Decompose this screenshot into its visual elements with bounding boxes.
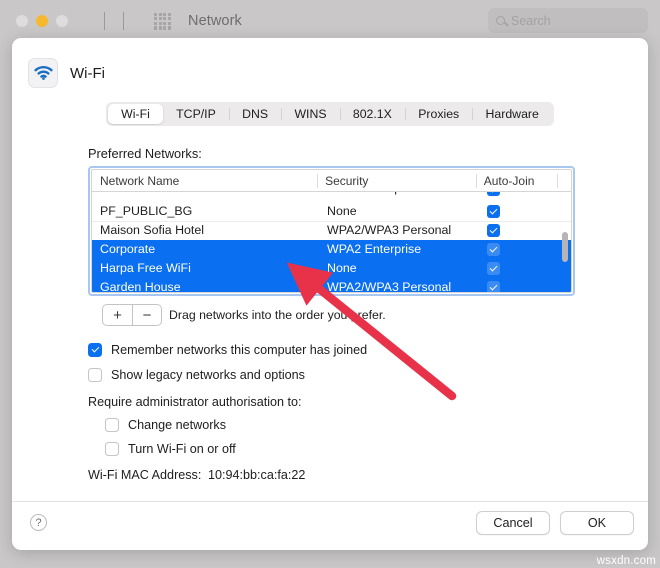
show-legacy-networks-label: Show legacy networks and options: [111, 368, 305, 382]
tab-dns[interactable]: DNS: [228, 104, 281, 124]
cell-auto-join: [479, 224, 561, 237]
turn-wifi-on-off-label: Turn Wi-Fi on or off: [128, 442, 236, 456]
search-icon: [496, 16, 505, 25]
mac-address-label: Wi-Fi MAC Address:: [88, 468, 202, 482]
turn-wifi-on-off-option[interactable]: Turn Wi-Fi on or off: [105, 442, 236, 456]
cell-security: WPA2/WPA3 Personal: [327, 223, 452, 237]
cell-auto-join: [479, 281, 561, 292]
turn-wifi-on-off-checkbox[interactable]: [105, 442, 119, 456]
table-row[interactable]: Maison Sofia Hotel WPA2/WPA3 Personal: [92, 221, 571, 240]
auto-join-checkbox[interactable]: [487, 262, 500, 275]
change-networks-checkbox[interactable]: [105, 418, 119, 432]
change-networks-option[interactable]: Change networks: [105, 418, 226, 432]
traffic-lights: [16, 15, 68, 27]
chevron-left-icon[interactable]: [104, 12, 105, 30]
tab-wins[interactable]: WINS: [281, 104, 339, 124]
table-rows: Visitors WPA2 Enterprise PF_PUBLIC_BG No…: [92, 192, 571, 293]
sheet-header: Wi-Fi: [12, 38, 648, 88]
cell-network-name: Maison Sofia Hotel: [100, 223, 204, 237]
drag-hint-text: Drag networks into the order you prefer.: [169, 308, 386, 322]
chevron-right-icon[interactable]: [123, 12, 124, 30]
preferred-networks-label: Preferred Networks:: [88, 146, 202, 161]
tab-proxies[interactable]: Proxies: [405, 104, 472, 124]
remove-network-button[interactable]: −: [132, 305, 161, 325]
navigation-buttons: [104, 12, 124, 30]
admin-section-label: Require administrator authorisation to:: [88, 395, 302, 409]
change-networks-label: Change networks: [128, 418, 227, 432]
remember-networks-checkbox[interactable]: [88, 343, 102, 357]
network-settings-sheet: Wi-Fi Wi-Fi TCP/IP DNS WINS 802.1X Proxi…: [12, 38, 648, 550]
remember-networks-label: Remember networks this computer has join…: [111, 343, 368, 357]
minimize-button[interactable]: [36, 15, 48, 27]
footer-divider: [12, 501, 648, 502]
column-header-auto-join[interactable]: Auto-Join: [475, 170, 557, 192]
cell-network-name: PF_PUBLIC_BG: [100, 204, 193, 218]
close-button[interactable]: [16, 15, 28, 27]
table-row[interactable]: Corporate WPA2 Enterprise: [92, 240, 571, 259]
cell-security: None: [327, 261, 357, 275]
table-row[interactable]: Garden House WPA2/WPA3 Personal: [92, 278, 571, 293]
table-header-row: Network Name Security Auto-Join: [92, 170, 571, 192]
column-header-spacer: [557, 170, 571, 192]
column-header-network-name[interactable]: Network Name: [92, 170, 317, 192]
table-scrollbar-thumb[interactable]: [562, 232, 568, 262]
tab-tcpip[interactable]: TCP/IP: [163, 104, 229, 124]
tab-hardware[interactable]: Hardware: [472, 104, 552, 124]
cell-auto-join: [479, 243, 561, 256]
tab-bar: Wi-Fi TCP/IP DNS WINS 802.1X Proxies Har…: [106, 102, 554, 126]
window-title: Network: [188, 13, 242, 29]
auto-join-checkbox[interactable]: [487, 192, 500, 196]
preferred-networks-table[interactable]: Network Name Security Auto-Join Visitors…: [88, 166, 575, 296]
show-legacy-networks-option[interactable]: Show legacy networks and options: [88, 368, 305, 382]
cancel-button[interactable]: Cancel: [476, 511, 550, 535]
search-field[interactable]: Search: [488, 8, 648, 33]
cell-security: WPA2 Enterprise: [327, 242, 422, 256]
zoom-button[interactable]: [56, 15, 68, 27]
column-header-security[interactable]: Security: [317, 170, 476, 192]
cell-network-name: Harpa Free WiFi: [100, 261, 191, 275]
window-toolbar: Network Search: [0, 0, 660, 42]
search-placeholder: Search: [511, 13, 551, 28]
auto-join-checkbox[interactable]: [487, 205, 500, 218]
cell-network-name: Visitors: [92, 192, 319, 194]
add-network-button[interactable]: +: [103, 305, 132, 325]
mac-address-value: 10:94:bb:ca:fa:22: [208, 468, 306, 482]
auto-join-checkbox[interactable]: [487, 281, 500, 292]
cell-network-name: Garden House: [100, 280, 181, 293]
cell-auto-join: [479, 262, 561, 275]
cell-auto-join: [479, 192, 561, 196]
tab-wifi[interactable]: Wi-Fi: [108, 104, 164, 124]
tab-8021x[interactable]: 802.1X: [339, 104, 405, 124]
cell-auto-join: [479, 205, 561, 218]
apps-grid-icon[interactable]: [154, 12, 171, 30]
help-button[interactable]: ?: [30, 514, 47, 531]
cell-security: WPA2 Enterprise: [319, 192, 479, 194]
table-row[interactable]: PF_PUBLIC_BG None: [92, 202, 571, 221]
auto-join-checkbox[interactable]: [487, 224, 500, 237]
watermark: wsxdn.com: [596, 555, 656, 567]
show-legacy-networks-checkbox[interactable]: [88, 368, 102, 382]
table-row[interactable]: Visitors WPA2 Enterprise: [92, 192, 571, 202]
auto-join-checkbox[interactable]: [487, 243, 500, 256]
wifi-icon: [28, 58, 58, 88]
cell-security: WPA2/WPA3 Personal: [327, 280, 452, 293]
table-row[interactable]: Harpa Free WiFi None: [92, 259, 571, 278]
ok-button[interactable]: OK: [560, 511, 634, 535]
remember-networks-option[interactable]: Remember networks this computer has join…: [88, 343, 367, 357]
cell-network-name: Corporate: [100, 242, 156, 256]
add-remove-network-buttons: + −: [102, 304, 162, 326]
sheet-title: Wi-Fi: [70, 64, 105, 82]
cell-security: None: [327, 204, 357, 218]
